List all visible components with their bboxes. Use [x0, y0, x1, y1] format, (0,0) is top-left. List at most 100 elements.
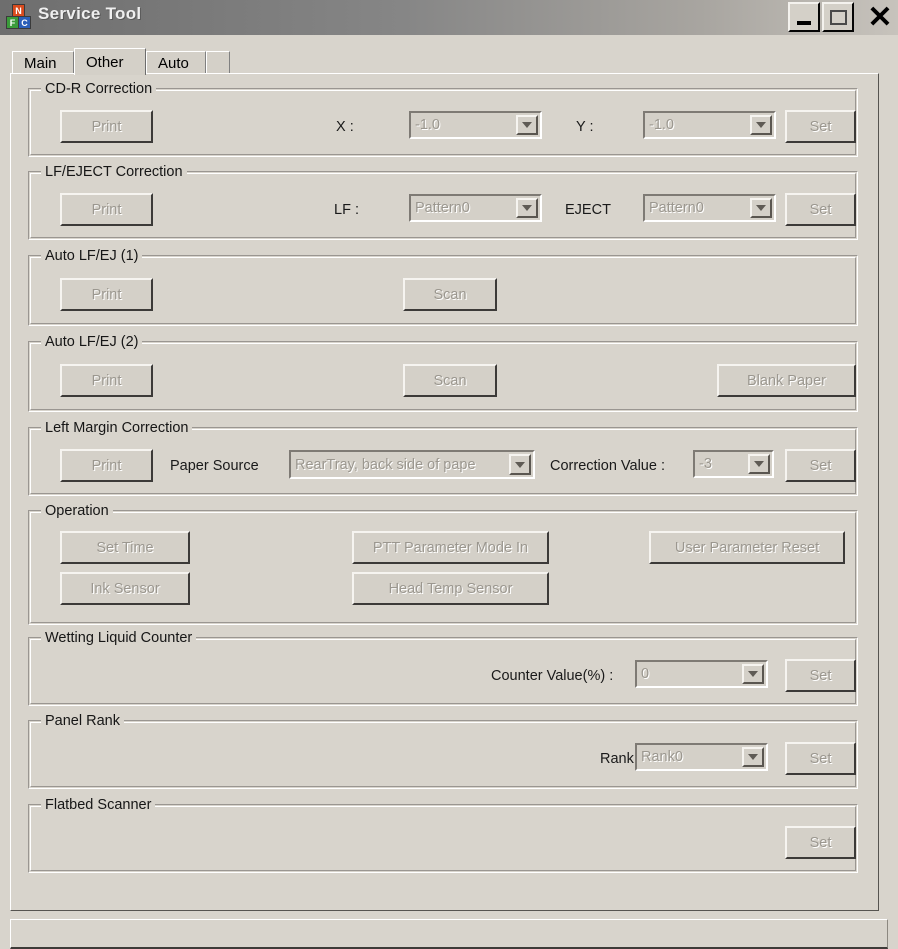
minimize-icon	[797, 21, 811, 25]
ink-sensor-button[interactable]: Ink Sensor	[60, 572, 190, 605]
tab-other[interactable]: Other	[74, 48, 146, 75]
auto2-print-label: Print	[91, 372, 122, 389]
cdr-x-combo[interactable]: -1.0	[409, 111, 542, 139]
group-frame	[28, 510, 858, 625]
chevron-down-icon[interactable]	[509, 454, 531, 475]
paper-source-value: RearTray, back side of pape	[295, 456, 476, 473]
lfeject-set-label: Set	[809, 201, 832, 218]
rank-value: Rank0	[641, 749, 683, 765]
cdr-set-label: Set	[809, 118, 832, 135]
maximize-icon	[829, 9, 847, 25]
leftmargin-print-button[interactable]: Print	[60, 449, 153, 482]
auto2-blank-paper-button[interactable]: Blank Paper	[717, 364, 856, 397]
cdr-x-label: X :	[336, 119, 354, 135]
leftmargin-print-label: Print	[91, 457, 122, 474]
cdr-y-value: -1.0	[649, 117, 674, 133]
group-auto-lfej-1-title: Auto LF/EJ (1)	[41, 248, 143, 264]
ptt-parameter-mode-in-button[interactable]: PTT Parameter Mode In	[352, 531, 549, 564]
chevron-down-icon[interactable]	[742, 664, 764, 684]
chevron-down-icon[interactable]	[516, 115, 538, 135]
head-temp-sensor-button[interactable]: Head Temp Sensor	[352, 572, 549, 605]
group-cdr-correction-title: CD-R Correction	[41, 81, 157, 97]
paper-source-combo[interactable]: RearTray, back side of pape	[289, 450, 535, 479]
correction-value-value: -3	[699, 456, 712, 472]
group-panel-rank: Panel Rank Rank : Rank0 Set	[28, 713, 858, 789]
lfeject-print-button[interactable]: Print	[60, 193, 153, 226]
lfeject-eject-value: Pattern0	[649, 200, 704, 216]
rank-combo[interactable]: Rank0	[635, 743, 768, 771]
group-auto-lfej-2: Auto LF/EJ (2) Print Scan Blank Paper	[28, 334, 858, 412]
ink-sensor-label: Ink Sensor	[90, 580, 160, 597]
panel-rank-set-button[interactable]: Set	[785, 742, 856, 775]
cdr-y-label: Y :	[576, 119, 594, 135]
tab-strip-filler	[206, 51, 230, 75]
group-auto-lfej-1: Auto LF/EJ (1) Print Scan	[28, 248, 858, 326]
group-wetting-title: Wetting Liquid Counter	[41, 630, 197, 646]
tab-main-label: Main	[24, 55, 57, 72]
auto2-blank-paper-label: Blank Paper	[747, 372, 826, 389]
status-bar	[10, 919, 888, 949]
chevron-down-icon[interactable]	[742, 747, 764, 767]
lfeject-set-button[interactable]: Set	[785, 193, 856, 226]
wetting-set-label: Set	[809, 667, 832, 684]
auto2-print-button[interactable]: Print	[60, 364, 153, 397]
group-panel-rank-title: Panel Rank	[41, 713, 124, 729]
group-cdr-correction: CD-R Correction Print X : -1.0 Y : -1.0 …	[28, 81, 858, 157]
chevron-down-icon[interactable]	[748, 454, 770, 474]
cdr-y-combo[interactable]: -1.0	[643, 111, 776, 139]
flatbed-set-label: Set	[809, 834, 832, 851]
chevron-down-icon[interactable]	[750, 115, 772, 135]
lfeject-eject-combo[interactable]: Pattern0	[643, 194, 776, 222]
tab-main[interactable]: Main	[12, 51, 74, 75]
maximize-button[interactable]	[822, 2, 854, 32]
counter-value-combo[interactable]: 0	[635, 660, 768, 688]
cdr-print-label: Print	[91, 118, 122, 135]
group-lf-eject-title: LF/EJECT Correction	[41, 164, 187, 180]
client-area: Main Other Auto CD-R Correction Print X …	[0, 35, 898, 949]
user-parameter-reset-button[interactable]: User Parameter Reset	[649, 531, 845, 564]
auto2-scan-label: Scan	[433, 372, 467, 389]
user-parameter-reset-label: User Parameter Reset	[674, 539, 820, 556]
window-title: Service Tool	[38, 4, 142, 23]
group-auto-lfej-2-title: Auto LF/EJ (2)	[41, 334, 143, 350]
lfeject-lf-combo[interactable]: Pattern0	[409, 194, 542, 222]
counter-value-label: Counter Value(%) :	[491, 668, 614, 684]
chevron-down-icon[interactable]	[516, 198, 538, 218]
tab-auto-label: Auto	[158, 55, 189, 72]
auto1-print-label: Print	[91, 286, 122, 303]
set-time-button[interactable]: Set Time	[60, 531, 190, 564]
paper-source-label: Paper Source	[170, 458, 259, 474]
ptt-parameter-mode-in-label: PTT Parameter Mode In	[372, 539, 529, 556]
group-operation: Operation Set Time Ink Sensor PTT Parame…	[28, 503, 858, 625]
lfeject-eject-label: EJECT	[565, 202, 611, 218]
lfeject-lf-value: Pattern0	[415, 200, 470, 216]
leftmargin-set-button[interactable]: Set	[785, 449, 856, 482]
group-left-margin-title: Left Margin Correction	[41, 420, 193, 436]
icon-block-c: C	[18, 16, 31, 29]
auto1-print-button[interactable]: Print	[60, 278, 153, 311]
group-flatbed-scanner: Flatbed Scanner Set	[28, 797, 858, 873]
cdr-print-button[interactable]: Print	[60, 110, 153, 143]
group-lf-eject-correction: LF/EJECT Correction Print LF : Pattern0 …	[28, 164, 858, 240]
tab-panel: CD-R Correction Print X : -1.0 Y : -1.0 …	[10, 73, 879, 911]
panel-rank-set-label: Set	[809, 750, 832, 767]
auto2-scan-button[interactable]: Scan	[403, 364, 497, 397]
head-temp-sensor-label: Head Temp Sensor	[388, 580, 513, 597]
correction-value-label: Correction Value :	[550, 458, 665, 474]
flatbed-set-button[interactable]: Set	[785, 826, 856, 859]
tab-auto[interactable]: Auto	[146, 51, 206, 75]
cdr-x-value: -1.0	[415, 117, 440, 133]
minimize-button[interactable]	[788, 2, 820, 32]
auto1-scan-button[interactable]: Scan	[403, 278, 497, 311]
leftmargin-set-label: Set	[809, 457, 832, 474]
wetting-set-button[interactable]: Set	[785, 659, 856, 692]
chevron-down-icon[interactable]	[750, 198, 772, 218]
group-operation-title: Operation	[41, 503, 113, 519]
lfeject-print-label: Print	[91, 201, 122, 218]
title-bar[interactable]: N F C Service Tool ✕	[0, 0, 898, 35]
set-time-label: Set Time	[96, 539, 154, 556]
cdr-set-button[interactable]: Set	[785, 110, 856, 143]
correction-value-combo[interactable]: -3	[693, 450, 774, 478]
close-button[interactable]: ✕	[862, 0, 898, 35]
auto1-scan-label: Scan	[433, 286, 467, 303]
